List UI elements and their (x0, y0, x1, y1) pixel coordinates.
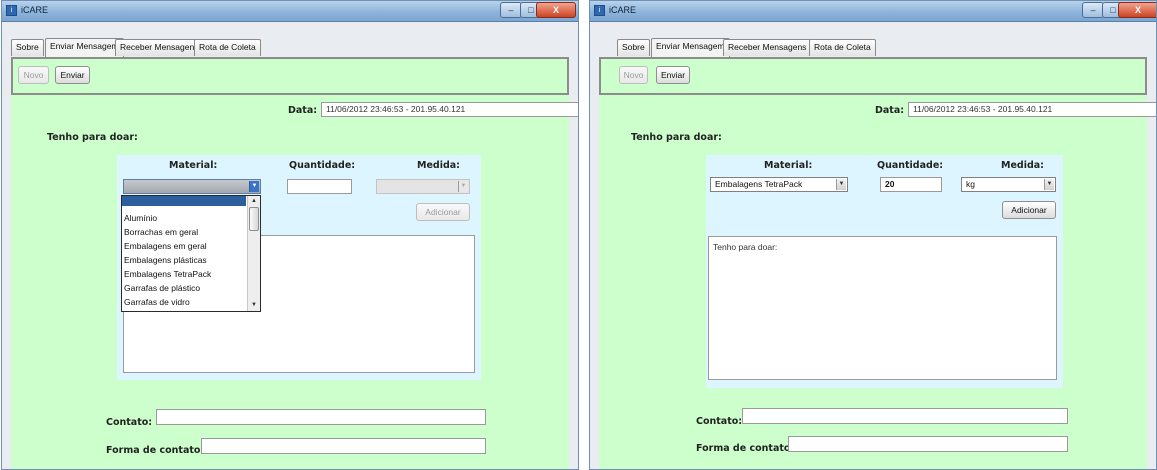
toolbar-panel: Novo Enviar (599, 57, 1147, 95)
form-area: Data: 11/06/2012 23:46:53 - 201.95.40.12… (11, 95, 578, 469)
chevron-down-icon[interactable]: ▼ (1044, 179, 1054, 190)
toolbar-panel: Novo Enviar (11, 57, 569, 95)
contact-label: Contato: (106, 417, 153, 428)
quantity-label: Quantidade: (289, 160, 356, 171)
quantity-input[interactable]: 20 (880, 177, 942, 192)
material-select[interactable]: Embalagens TetraPack ▼ (710, 177, 848, 192)
close-button[interactable]: X (536, 2, 576, 18)
tab-receber-mensagens[interactable]: Receber Mensagens (115, 39, 204, 56)
send-button[interactable]: Enviar (55, 66, 90, 84)
tab-rota-de-coleta[interactable]: Rota de Coleta (194, 39, 261, 56)
material-value: Embalagens TetraPack (715, 179, 803, 189)
window-title: iCARE (21, 5, 49, 15)
dropdown-option[interactable]: Alumínio (124, 212, 157, 224)
tab-rota-de-coleta[interactable]: Rota de Coleta (809, 39, 876, 56)
dropdown-option[interactable]: Garrafas de plástico (124, 282, 200, 294)
new-button[interactable]: Novo (18, 66, 49, 84)
measure-value: kg (966, 179, 975, 189)
material-label: Material: (764, 160, 813, 171)
left-window: i iCARE – □ X Sobre Enviar Mensagem Rece… (1, 0, 579, 470)
contact-field[interactable] (742, 408, 1068, 424)
section-title: Tenho para doar: (47, 132, 138, 143)
contact-form-field[interactable] (201, 438, 486, 454)
dropdown-option[interactable]: Embalagens plásticas (124, 254, 207, 266)
message-textarea[interactable]: Tenho para doar: (708, 236, 1057, 380)
app-icon: i (6, 5, 17, 16)
minimize-button[interactable]: – (1082, 2, 1104, 18)
right-window: i iCARE – □ X Sobre Enviar Mensagem Rece… (589, 0, 1157, 470)
tab-sobre[interactable]: Sobre (11, 39, 44, 56)
tab-sobre[interactable]: Sobre (617, 39, 650, 56)
contact-form-label: Forma de contato: (696, 443, 795, 454)
date-label: Data: (288, 105, 318, 116)
new-button[interactable]: Novo (619, 66, 648, 84)
send-button[interactable]: Enviar (656, 66, 690, 84)
scroll-down-icon[interactable]: ▼ (249, 301, 259, 310)
date-field[interactable]: 11/06/2012 23:46:53 - 201.95.40.121 (321, 102, 578, 117)
chevron-down-icon[interactable]: ▼ (458, 181, 468, 192)
chevron-down-icon[interactable]: ▼ (249, 181, 259, 192)
material-dropdown-list[interactable]: Alumínio Borrachas em geral Embalagens e… (121, 195, 261, 312)
scrollbar-thumb[interactable] (249, 207, 259, 231)
dropdown-option[interactable]: Garrafas de vidro (124, 296, 190, 308)
close-button[interactable]: X (1118, 2, 1156, 18)
contact-form-field[interactable] (788, 436, 1068, 452)
title-bar[interactable]: i iCARE – □ X (2, 1, 578, 22)
material-select[interactable]: ▼ (123, 179, 261, 194)
measure-label: Medida: (417, 160, 460, 171)
contact-label: Contato: (696, 416, 743, 427)
title-bar[interactable]: i iCARE – □ X (590, 1, 1156, 22)
contact-form-label: Forma de contato: (106, 445, 205, 456)
dropdown-highlight (122, 196, 246, 206)
window-title: iCARE (609, 5, 637, 15)
add-button[interactable]: Adicionar (1002, 201, 1056, 219)
scroll-up-icon[interactable]: ▲ (249, 197, 259, 206)
add-button[interactable]: Adicionar (416, 203, 470, 221)
tab-enviar-mensagem[interactable]: Enviar Mensagem (651, 38, 730, 57)
quantity-label: Quantidade: (877, 160, 944, 171)
form-area: Data: 11/06/2012 23:46:53 - 201.95.40.12… (599, 95, 1156, 469)
tab-enviar-mensagem[interactable]: Enviar Mensagem (45, 38, 124, 57)
material-label: Material: (169, 160, 218, 171)
message-text: Tenho para doar: (713, 242, 778, 252)
dropdown-scrollbar[interactable]: ▲ ▼ (247, 196, 260, 311)
app-icon: i (594, 5, 605, 16)
donation-panel: Material: Quantidade: Medida: ▼ ▼ Adicio… (117, 155, 481, 380)
donation-panel: Material: Quantidade: Medida: Embalagens… (706, 155, 1063, 388)
contact-field[interactable] (156, 409, 486, 425)
chevron-down-icon[interactable]: ▼ (836, 179, 846, 190)
dropdown-option[interactable]: Embalagens TetraPack (124, 268, 211, 280)
tab-receber-mensagens[interactable]: Receber Mensagens (723, 39, 812, 56)
quantity-input[interactable] (287, 179, 352, 194)
minimize-button[interactable]: – (500, 2, 522, 18)
dropdown-option[interactable]: Borrachas em geral (124, 226, 198, 238)
section-title: Tenho para doar: (631, 132, 722, 143)
date-label: Data: (875, 105, 905, 116)
measure-label: Medida: (1001, 160, 1044, 171)
measure-select[interactable]: ▼ (376, 179, 470, 194)
dropdown-option[interactable]: Embalagens em geral (124, 240, 207, 252)
measure-select[interactable]: kg ▼ (961, 177, 1056, 192)
date-field[interactable]: 11/06/2012 23:46:53 - 201.95.40.121 (908, 102, 1156, 117)
